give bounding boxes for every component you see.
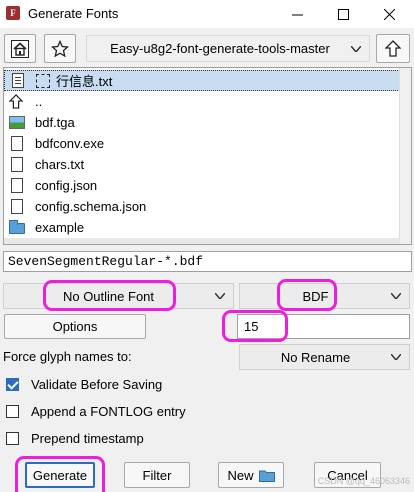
bookmark-button[interactable] [44, 34, 76, 63]
outline-font-dropdown[interactable]: No Outline Font [3, 283, 234, 309]
star-icon [51, 39, 69, 57]
file-icon [9, 135, 25, 152]
home-icon [11, 39, 29, 58]
close-button[interactable] [366, 0, 412, 28]
selected-marker-icon [36, 73, 50, 88]
file-row[interactable]: chars.txt [4, 154, 400, 175]
bitmap-format-dropdown[interactable]: BDF [239, 283, 410, 309]
chevron-down-icon [391, 293, 401, 299]
window-title: Generate Fonts [28, 6, 119, 21]
options-button[interactable]: Options [4, 314, 146, 339]
file-name: chars.txt [35, 157, 85, 172]
chevron-down-icon [391, 354, 401, 360]
timestamp-checkbox[interactable] [6, 432, 19, 445]
file-name: config.schema.json [35, 199, 147, 214]
parent-directory-button[interactable] [376, 34, 410, 63]
timestamp-checkbox-row[interactable]: Prepend timestamp [6, 431, 144, 446]
generate-button[interactable]: Generate [25, 462, 95, 488]
minimize-icon [291, 14, 303, 15]
image-file-icon [9, 115, 25, 131]
maximize-button[interactable] [320, 0, 366, 28]
file-icon [9, 198, 25, 215]
home-button[interactable] [4, 34, 36, 63]
pixel-size-input[interactable] [237, 314, 410, 339]
chevron-down-icon [351, 45, 361, 52]
file-row[interactable]: .. [4, 91, 400, 112]
bitmap-format-value: BDF [302, 288, 329, 304]
title-bar: F Generate Fonts [0, 0, 414, 28]
file-name: example [35, 220, 85, 235]
filename-input[interactable] [3, 251, 412, 272]
file-name: bdf.tga [35, 115, 75, 130]
filter-button[interactable]: Filter [124, 462, 190, 488]
fontlog-checkbox[interactable] [6, 405, 19, 418]
force-glyph-label: Force glyph names to: [3, 349, 132, 364]
file-name: 行信息.txt [56, 74, 113, 89]
file-row[interactable]: bdfconv.exe [4, 133, 400, 154]
file-row[interactable]: config.json [4, 175, 400, 196]
file-name: config.json [35, 178, 98, 193]
file-list[interactable]: 行信息.txt .. bdf.tga bdfconv.exe chars.txt… [3, 67, 412, 245]
text-file-icon [10, 72, 26, 89]
file-icon [9, 177, 25, 194]
directory-dropdown[interactable]: Easy-u8g2-font-generate-tools-master [86, 35, 370, 62]
minimize-button[interactable] [274, 0, 320, 28]
up-arrow-icon [385, 40, 401, 57]
timestamp-label: Prepend timestamp [31, 431, 144, 446]
watermark-text: CSDN @qq_46063346 [317, 476, 410, 486]
up-arrow-icon [8, 93, 24, 109]
app-icon: F [6, 6, 20, 20]
file-icon [9, 156, 25, 173]
force-glyph-value: No Rename [280, 349, 351, 365]
file-row[interactable]: bdf.tga [4, 112, 400, 133]
file-name: .. [35, 94, 43, 109]
force-glyph-dropdown[interactable]: No Rename [239, 344, 410, 370]
folder-icon [258, 470, 275, 482]
maximize-icon [337, 8, 349, 20]
close-icon [383, 8, 395, 20]
folder-icon [9, 219, 25, 236]
filter-label: Filter [142, 467, 172, 483]
fontlog-label: Append a FONTLOG entry [31, 404, 186, 419]
validate-label: Validate Before Saving [31, 377, 163, 392]
validate-checkbox[interactable] [6, 378, 19, 391]
chevron-down-icon [215, 293, 225, 299]
fontlog-checkbox-row[interactable]: Append a FONTLOG entry [6, 404, 186, 419]
outline-font-value: No Outline Font [62, 288, 155, 304]
horizontal-scrollbar[interactable] [4, 238, 400, 244]
file-row[interactable]: 行信息.txt [4, 70, 400, 91]
file-row[interactable]: config.schema.json [4, 196, 400, 217]
file-name: bdfconv.exe [35, 136, 105, 151]
file-row[interactable]: example [4, 217, 400, 238]
new-label: New [227, 467, 254, 483]
validate-checkbox-row[interactable]: Validate Before Saving [6, 377, 162, 392]
vertical-scrollbar[interactable] [399, 68, 411, 244]
new-folder-button[interactable]: New [218, 462, 284, 488]
directory-label: Easy-u8g2-font-generate-tools-master [110, 41, 330, 56]
